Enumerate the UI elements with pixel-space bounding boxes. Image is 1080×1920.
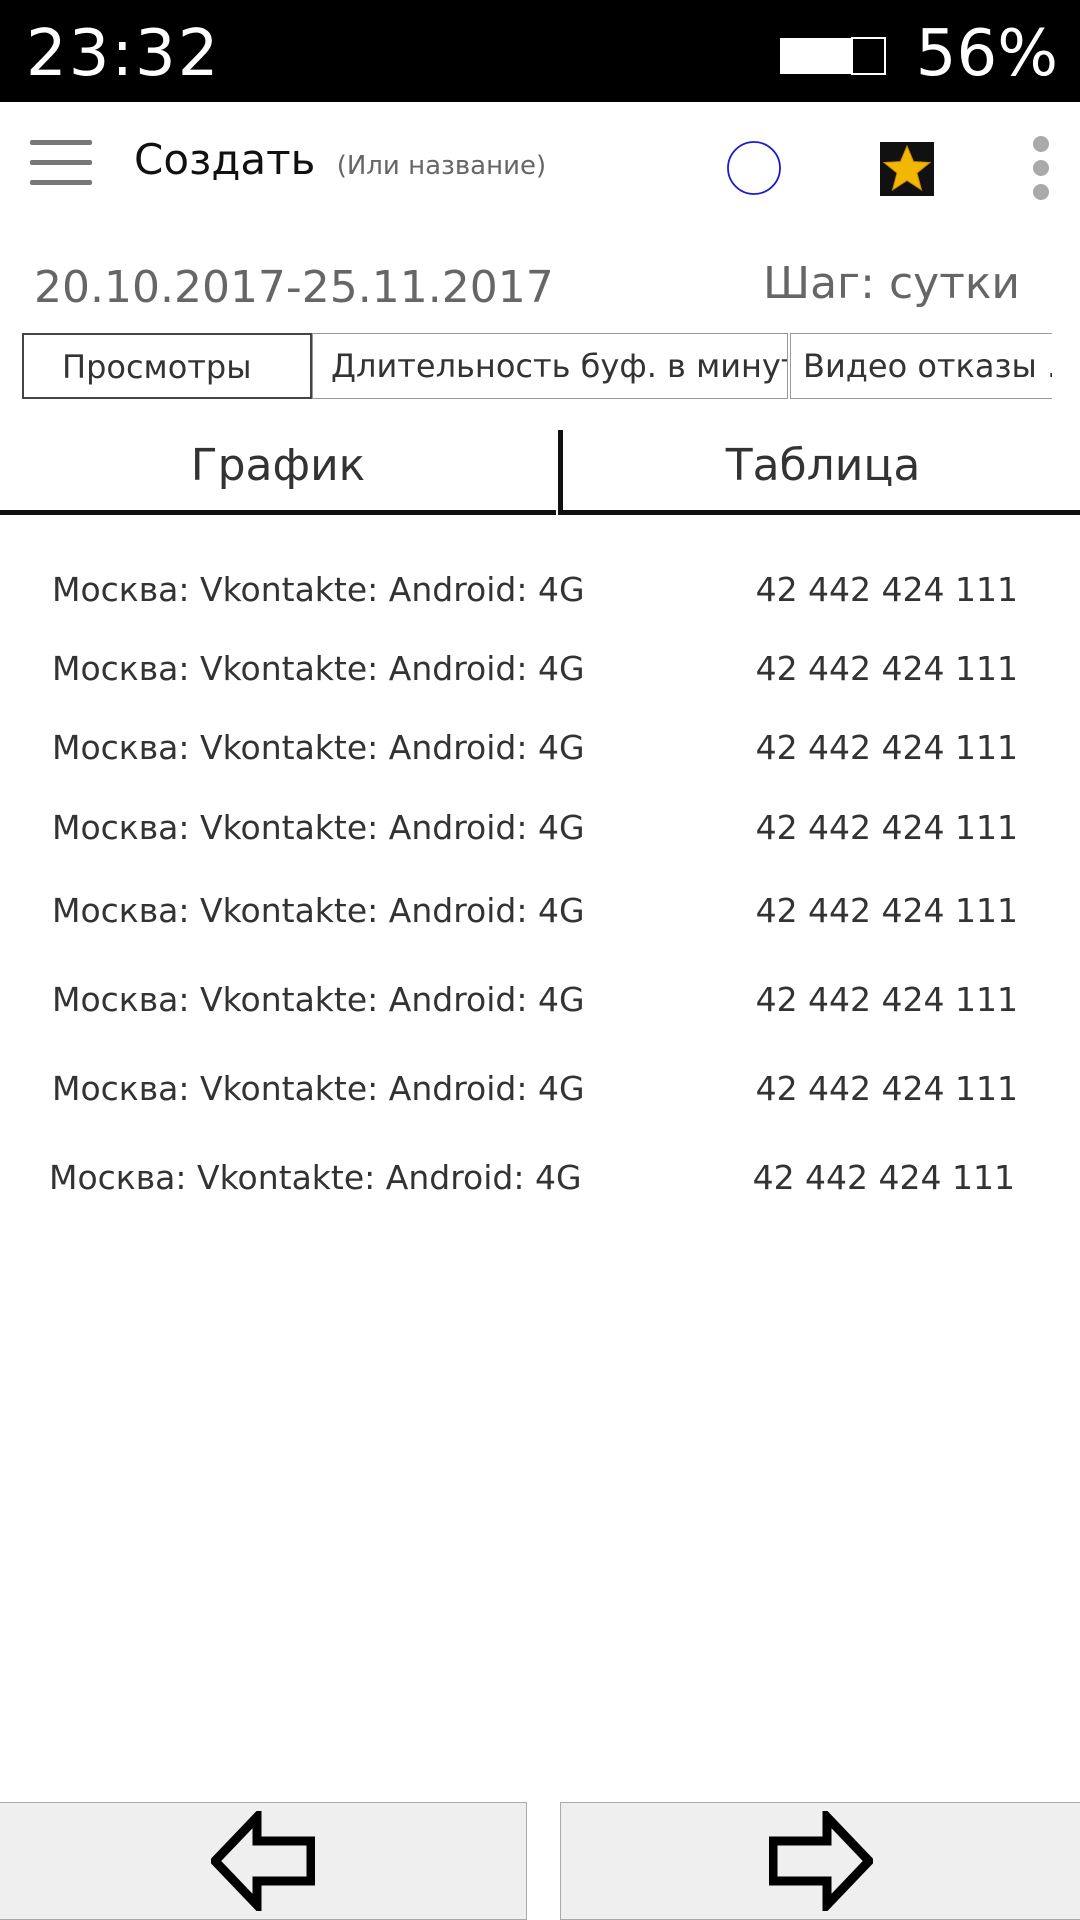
row-name: Москва: Vkontakte: Android: 4G	[52, 980, 585, 1019]
row-value: 42 442 424 111	[755, 1069, 1018, 1108]
table-row[interactable]: Москва: Vkontakte: Android: 4G 42 442 42…	[52, 1059, 1018, 1119]
arrow-left-icon	[211, 1811, 315, 1911]
step-label[interactable]: Шаг: сутки	[763, 254, 1020, 314]
title-text: Создать	[134, 135, 316, 184]
title-subtitle: (Или название)	[336, 151, 547, 181]
page-title: Создать (Или название)	[134, 132, 546, 194]
row-value: 42 442 424 111	[755, 570, 1018, 609]
row-value: 42 442 424 111	[755, 808, 1018, 847]
row-name: Москва: Vkontakte: Android: 4G	[49, 1158, 582, 1197]
row-name: Москва: Vkontakte: Android: 4G	[52, 891, 585, 930]
table-row[interactable]: Москва: Vkontakte: Android: 4G 42 442 42…	[49, 1148, 1015, 1208]
forward-button[interactable]	[560, 1802, 1080, 1920]
table-row[interactable]: Москва: Vkontakte: Android: 4G 42 442 42…	[52, 881, 1018, 941]
row-name: Москва: Vkontakte: Android: 4G	[52, 728, 585, 767]
back-button[interactable]	[0, 1802, 527, 1920]
status-bar: 23:32 56%	[0, 0, 1080, 102]
status-time: 23:32	[26, 17, 221, 91]
row-name: Москва: Vkontakte: Android: 4G	[52, 570, 585, 609]
metric-tab-views[interactable]: Просмотры	[22, 333, 312, 399]
battery-percentage: 56%	[915, 17, 1058, 91]
row-value: 42 442 424 111	[755, 728, 1018, 767]
tab-graph[interactable]: График	[0, 430, 556, 515]
row-value: 42 442 424 111	[752, 1158, 1015, 1197]
table-row[interactable]: Москва: Vkontakte: Android: 4G 42 442 42…	[52, 718, 1018, 778]
row-name: Москва: Vkontakte: Android: 4G	[52, 808, 585, 847]
row-name: Москва: Vkontakte: Android: 4G	[52, 649, 585, 688]
arrow-right-icon	[768, 1811, 873, 1911]
tab-table[interactable]: Таблица	[558, 430, 1080, 515]
battery-icon	[780, 37, 886, 75]
date-range[interactable]: 20.10.2017-25.11.2017	[34, 258, 554, 318]
metric-tab-video-failures[interactable]: Видео отказы ...	[790, 333, 1052, 399]
metric-tab-buffer-duration[interactable]: Длительность буф. в минуту	[312, 333, 788, 399]
table-row[interactable]: Москва: Vkontakte: Android: 4G 42 442 42…	[52, 639, 1018, 699]
circle-icon[interactable]	[726, 140, 782, 196]
row-value: 42 442 424 111	[755, 980, 1018, 1019]
more-vert-icon[interactable]	[1030, 134, 1052, 202]
menu-icon[interactable]	[30, 138, 94, 190]
table-row[interactable]: Москва: Vkontakte: Android: 4G 42 442 42…	[52, 970, 1018, 1030]
row-value: 42 442 424 111	[755, 649, 1018, 688]
row-value: 42 442 424 111	[755, 891, 1018, 930]
table-row[interactable]: Москва: Vkontakte: Android: 4G 42 442 42…	[52, 560, 1018, 620]
row-name: Москва: Vkontakte: Android: 4G	[52, 1069, 585, 1108]
star-icon[interactable]	[880, 142, 934, 196]
table-row[interactable]: Москва: Vkontakte: Android: 4G 42 442 42…	[52, 798, 1018, 858]
